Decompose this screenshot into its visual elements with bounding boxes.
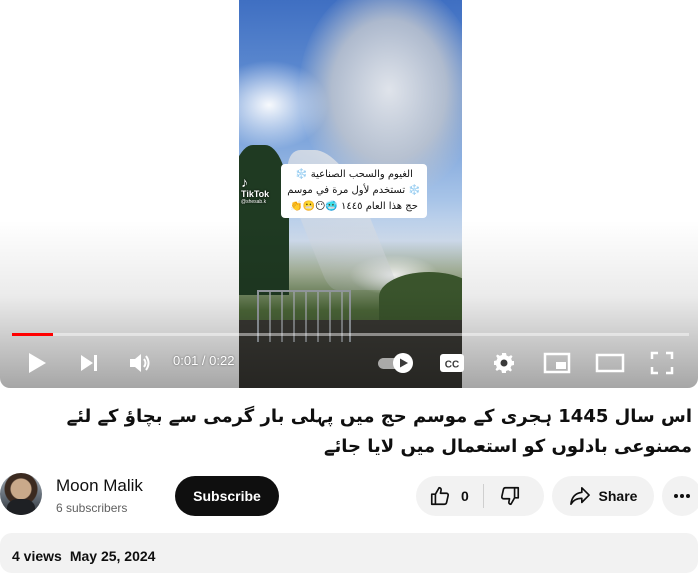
tiktok-handle: @shesab.k xyxy=(241,199,267,205)
subscriber-count: 6 subscribers xyxy=(56,501,128,515)
subscribe-button[interactable]: Subscribe xyxy=(175,476,279,516)
dislike-button[interactable] xyxy=(484,476,536,516)
captions-button[interactable]: CC xyxy=(438,351,466,375)
captions-label: CC xyxy=(445,360,459,371)
video-title: اس سال 1445 ہجری کے موسم حج میں پہلی بار… xyxy=(66,406,692,457)
caption-line: ❄️ تستخدم لأول مرة في موسم xyxy=(287,185,421,196)
duration: 0:22 xyxy=(209,353,235,368)
video-meta: 4 views May 25, 2024 xyxy=(12,548,163,564)
play-button[interactable] xyxy=(24,350,50,376)
miniplayer-button[interactable] xyxy=(542,350,572,376)
volume-button[interactable] xyxy=(126,350,154,376)
like-dislike-group: 0 xyxy=(416,476,544,516)
thumbs-down-icon xyxy=(500,486,519,506)
more-actions-button[interactable] xyxy=(662,476,698,516)
theater-mode-icon xyxy=(595,353,625,373)
share-icon xyxy=(569,487,590,505)
autoplay-toggle[interactable] xyxy=(376,351,416,375)
view-count: 4 views xyxy=(12,548,62,564)
avatar[interactable] xyxy=(0,473,42,515)
fullscreen-icon xyxy=(650,351,674,375)
caption-line: حج هذا العام ١٤٤٥ 🥶😶😬👏 xyxy=(290,201,418,212)
channel-name[interactable]: Moon Malik xyxy=(56,475,143,497)
time-display: 0:01 / 0:22 xyxy=(173,353,234,369)
tiktok-logo-icon: ♪ xyxy=(241,174,248,190)
settings-button[interactable] xyxy=(490,350,518,376)
like-button[interactable]: 0 xyxy=(416,476,483,516)
autoplay-toggle-icon xyxy=(378,353,413,373)
captions-icon: CC xyxy=(440,354,464,372)
progress-bar[interactable] xyxy=(12,333,689,336)
current-time: 0:01 xyxy=(173,353,199,368)
like-count: 0 xyxy=(461,488,469,504)
upload-date: May 25, 2024 xyxy=(69,548,156,564)
theater-mode-button[interactable] xyxy=(594,350,626,376)
share-label: Share xyxy=(598,488,638,504)
play-icon xyxy=(29,353,46,373)
next-button[interactable] xyxy=(76,350,102,376)
time-separator: / xyxy=(198,353,210,368)
share-button[interactable]: Share xyxy=(552,476,654,516)
video-caption-overlay: الغيوم والسحب الصناعية ❄️ ❄️ تستخدم لأول… xyxy=(281,164,427,218)
thumbs-up-icon xyxy=(430,486,450,506)
avatar-figure xyxy=(7,499,35,515)
tiktok-watermark: ♪ TikTok @shesab.k xyxy=(241,175,269,205)
fullscreen-button[interactable] xyxy=(648,350,676,376)
volume-icon xyxy=(130,354,150,372)
gear-icon xyxy=(494,353,514,373)
caption-line: الغيوم والسحب الصناعية ❄️ xyxy=(295,169,413,180)
miniplayer-icon xyxy=(543,352,571,374)
next-icon xyxy=(81,355,97,371)
more-horizontal-icon xyxy=(674,494,690,498)
tiktok-brand: TikTok xyxy=(241,189,270,199)
progress-played xyxy=(12,333,53,336)
video-player[interactable]: ♪ TikTok @shesab.k الغيوم والسحب الصناعي… xyxy=(0,0,698,388)
